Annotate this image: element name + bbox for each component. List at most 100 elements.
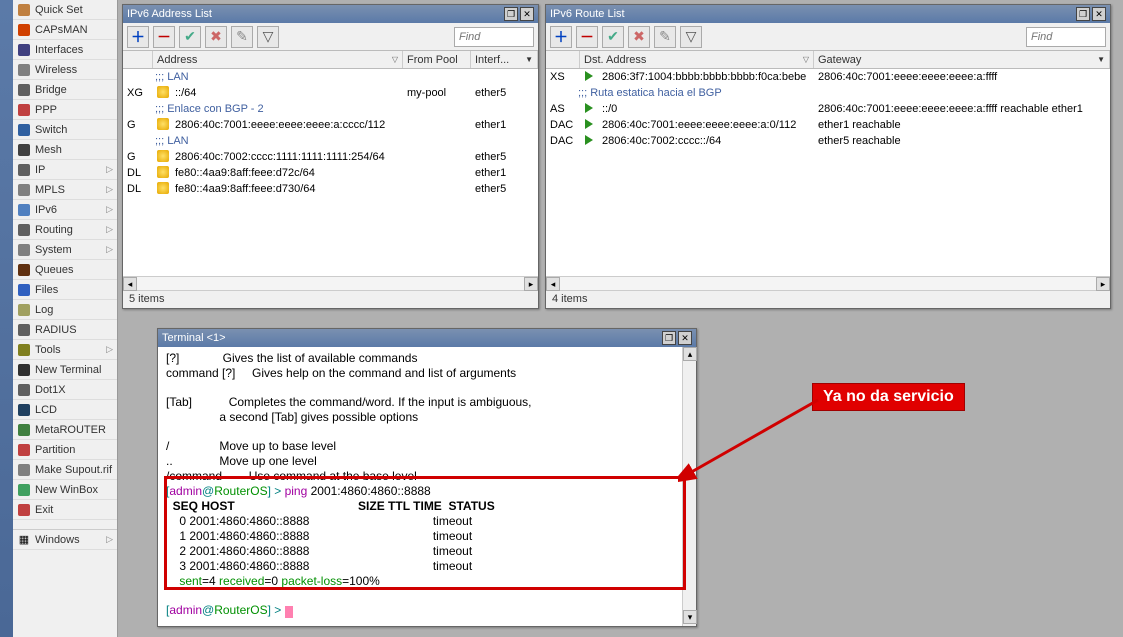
menu-icon <box>17 383 31 397</box>
menu-icon <box>17 203 31 217</box>
restore-icon[interactable]: ❐ <box>504 7 518 21</box>
terminal-cursor <box>285 606 293 618</box>
close-icon[interactable]: ✕ <box>678 331 692 345</box>
flag-col[interactable] <box>123 51 153 68</box>
sidebar-item-mesh[interactable]: Mesh <box>13 140 117 160</box>
filter-button[interactable]: ▽ <box>680 26 702 48</box>
table-row[interactable]: AS::/02806:40c:7001:eeee:eeee:eeee:a:fff… <box>546 101 1110 117</box>
close-icon[interactable]: ✕ <box>520 7 534 21</box>
table-row[interactable]: ;;; Enlace con BGP - 2 <box>123 101 538 117</box>
sidebar-item-mpls[interactable]: MPLS▷ <box>13 180 117 200</box>
route-hscroll[interactable]: ◂ ▸ <box>546 276 1110 290</box>
sidebar-item-tools[interactable]: Tools▷ <box>13 340 117 360</box>
dst-col[interactable]: Dst. Address▽ <box>580 51 814 68</box>
sidebar-item-switch[interactable]: Switch <box>13 120 117 140</box>
sidebar-item-ipv6[interactable]: IPv6▷ <box>13 200 117 220</box>
gateway-col[interactable]: Gateway▼ <box>814 51 1110 68</box>
restore-icon[interactable]: ❐ <box>662 331 676 345</box>
sidebar-item-ip[interactable]: IP▷ <box>13 160 117 180</box>
sidebar-item-dot1x[interactable]: Dot1X <box>13 380 117 400</box>
scroll-right-icon[interactable]: ▸ <box>524 277 538 291</box>
addr-hscroll[interactable]: ◂ ▸ <box>123 276 538 290</box>
sidebar-item-capsman[interactable]: CAPsMAN <box>13 20 117 40</box>
menu-icon <box>17 403 31 417</box>
table-row[interactable]: G2806:40c:7002:cccc:1111:1111:1111:254/6… <box>123 149 538 165</box>
menu-icon <box>17 463 31 477</box>
route-find-input[interactable] <box>1026 27 1106 47</box>
enable-button[interactable]: ✔ <box>179 26 201 48</box>
sidebar-item-queues[interactable]: Queues <box>13 260 117 280</box>
sidebar-item-partition[interactable]: Partition <box>13 440 117 460</box>
route-titlebar[interactable]: IPv6 Route List ❐ ✕ <box>546 5 1110 23</box>
filter-button[interactable]: ▽ <box>257 26 279 48</box>
remove-button[interactable]: － <box>576 26 598 48</box>
sidebar-item-radius[interactable]: RADIUS <box>13 320 117 340</box>
sidebar-item-metarouter[interactable]: MetaROUTER <box>13 420 117 440</box>
table-row[interactable]: XS2806:3f7:1004:bbbb:bbbb:bbbb:f0ca:bebe… <box>546 69 1110 85</box>
sidebar-item-new-winbox[interactable]: New WinBox <box>13 480 117 500</box>
sidebar-item-new-terminal[interactable]: New Terminal <box>13 360 117 380</box>
disable-button[interactable]: ✖ <box>628 26 650 48</box>
remove-button[interactable]: － <box>153 26 175 48</box>
disable-button[interactable]: ✖ <box>205 26 227 48</box>
addr-titlebar[interactable]: IPv6 Address List ❐ ✕ <box>123 5 538 23</box>
chevron-right-icon: ▷ <box>106 204 113 215</box>
sidebar-item-bridge[interactable]: Bridge <box>13 80 117 100</box>
add-button[interactable]: ＋ <box>127 26 149 48</box>
sidebar-item-quick-set[interactable]: Quick Set <box>13 0 117 20</box>
sidebar-item-make-supout.rif[interactable]: Make Supout.rif <box>13 460 117 480</box>
menu-label: PPP <box>35 104 57 116</box>
addr-grid[interactable]: ;;; LANXG::/64my-poolether5;;; Enlace co… <box>123 69 538 276</box>
sidebar-item-routing[interactable]: Routing▷ <box>13 220 117 240</box>
sidebar-item-windows[interactable]: ▦Windows▷ <box>13 530 117 550</box>
enable-button[interactable]: ✔ <box>602 26 624 48</box>
comment-button[interactable]: ✎ <box>231 26 253 48</box>
scroll-left-icon[interactable]: ◂ <box>546 277 560 291</box>
table-row[interactable]: ;;; LAN <box>123 69 538 85</box>
scroll-track[interactable] <box>560 277 1096 290</box>
sidebar-item-wireless[interactable]: Wireless <box>13 60 117 80</box>
table-row[interactable]: ;;; LAN <box>123 133 538 149</box>
pool-col[interactable]: From Pool <box>403 51 471 68</box>
addr-find-input[interactable] <box>454 27 534 47</box>
scroll-left-icon[interactable]: ◂ <box>123 277 137 291</box>
terminal-window: Terminal <1> ❐ ✕ [?] Gives the list of a… <box>157 328 697 627</box>
table-row[interactable]: DLfe80::4aa9:8aff:feee:d730/64ether5 <box>123 181 538 197</box>
sidebar-item-files[interactable]: Files <box>13 280 117 300</box>
menu-label: IP <box>35 164 45 176</box>
table-row[interactable]: ;;; Ruta estatica hacia el BGP <box>546 85 1110 101</box>
menu-label: Exit <box>35 504 53 516</box>
table-row[interactable]: G2806:40c:7001:eeee:eeee:eeee:a:cccc/112… <box>123 117 538 133</box>
add-button[interactable]: ＋ <box>550 26 572 48</box>
sidebar-item-exit[interactable]: Exit <box>13 500 117 520</box>
chevron-right-icon: ▷ <box>106 224 113 235</box>
table-row[interactable]: DAC2806:40c:7002:cccc::/64ether5 reachab… <box>546 133 1110 149</box>
windows-icon: ▦ <box>17 533 31 547</box>
interface-col[interactable]: Interf...▼ <box>471 51 538 68</box>
table-row[interactable]: DLfe80::4aa9:8aff:feee:d72c/64ether1 <box>123 165 538 181</box>
sidebar-item-log[interactable]: Log <box>13 300 117 320</box>
sidebar-item-interfaces[interactable]: Interfaces <box>13 40 117 60</box>
scroll-down-icon[interactable]: ▾ <box>683 610 697 624</box>
route-icon <box>585 71 593 81</box>
route-grid[interactable]: XS2806:3f7:1004:bbbb:bbbb:bbbb:f0ca:bebe… <box>546 69 1110 276</box>
menu-label: Windows <box>35 534 80 546</box>
flag-col[interactable] <box>546 51 580 68</box>
comment-button[interactable]: ✎ <box>654 26 676 48</box>
addr-title: IPv6 Address List <box>127 8 502 20</box>
scroll-right-icon[interactable]: ▸ <box>1096 277 1110 291</box>
sidebar-item-ppp[interactable]: PPP <box>13 100 117 120</box>
close-icon[interactable]: ✕ <box>1092 7 1106 21</box>
scroll-up-icon[interactable]: ▴ <box>683 347 697 361</box>
restore-icon[interactable]: ❐ <box>1076 7 1090 21</box>
table-row[interactable]: DAC2806:40c:7001:eeee:eeee:eeee:a:0/112e… <box>546 117 1110 133</box>
address-icon <box>157 166 169 178</box>
term-titlebar[interactable]: Terminal <1> ❐ ✕ <box>158 329 696 347</box>
address-col[interactable]: Address▽ <box>153 51 403 68</box>
route-icon <box>585 103 593 113</box>
sidebar-item-lcd[interactable]: LCD <box>13 400 117 420</box>
scroll-track[interactable] <box>137 277 524 290</box>
sidebar-item-system[interactable]: System▷ <box>13 240 117 260</box>
table-row[interactable]: XG::/64my-poolether5 <box>123 85 538 101</box>
menu-label: New Terminal <box>35 364 101 376</box>
